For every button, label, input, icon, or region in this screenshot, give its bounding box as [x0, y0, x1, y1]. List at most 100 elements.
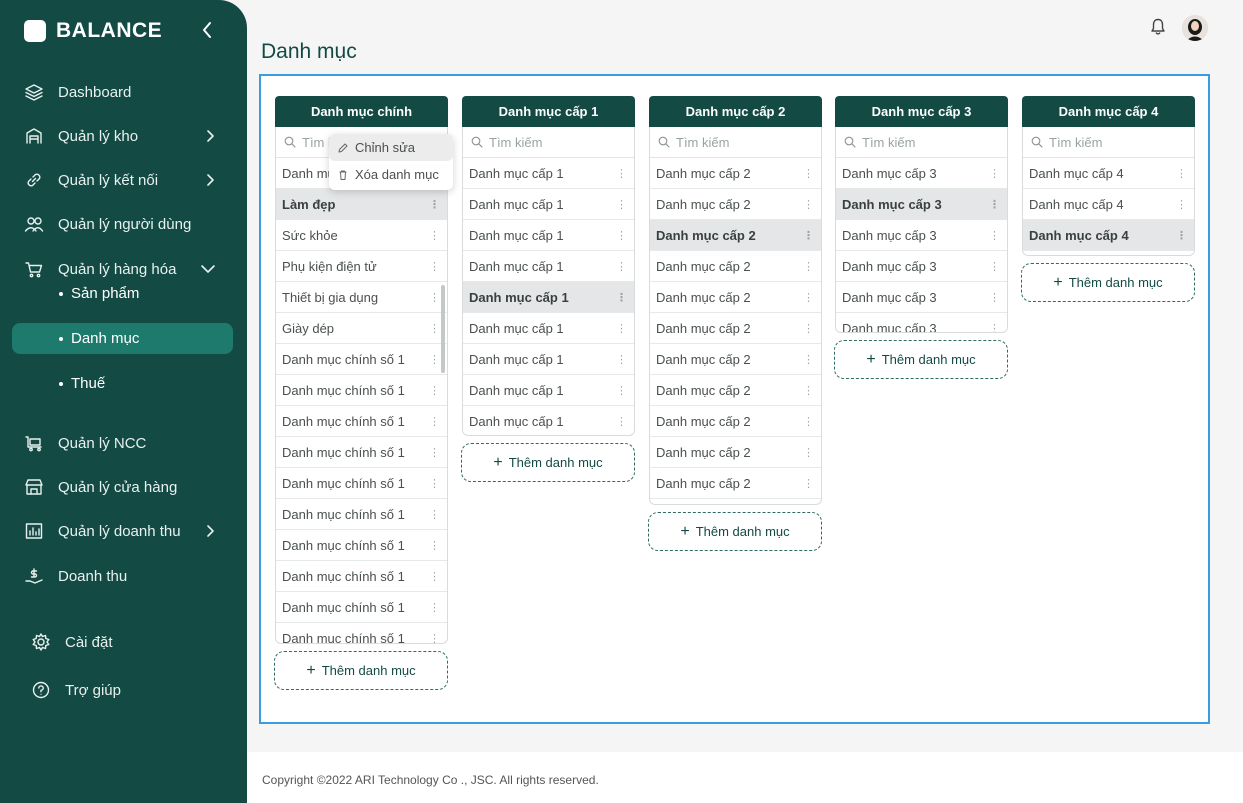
category-row[interactable]: Danh mục cấp 2 ⋮ — [650, 437, 821, 468]
notification-bell-icon[interactable] — [1150, 18, 1166, 36]
category-row[interactable]: Danh mục cấp 1 ⋮ — [463, 344, 634, 375]
add-category-button[interactable]: + Thêm danh mục — [834, 340, 1008, 379]
sidebar-item-quan-ly-cua-hang[interactable]: Quản lý cửa hàng — [0, 465, 247, 509]
category-row[interactable]: Danh mục cấp 2 ⋮ — [650, 468, 821, 499]
add-category-button[interactable]: + Thêm danh mục — [461, 443, 635, 482]
category-row[interactable]: Danh mục chính số 1 ⋮ — [276, 468, 447, 499]
category-row[interactable]: Danh mục cấp 3 ⋮ — [836, 251, 1007, 282]
more-vertical-icon[interactable]: ⋮ — [429, 353, 440, 366]
more-vertical-icon[interactable]: ⋮ — [989, 291, 1000, 304]
more-vertical-icon[interactable]: ⋮ — [616, 198, 627, 211]
category-row[interactable]: Danh mục cấp 3 ⋮ — [836, 313, 1007, 333]
more-vertical-icon[interactable]: ⋮ — [616, 353, 627, 366]
category-row[interactable]: Danh mục chính số 1 ⋮ — [276, 375, 447, 406]
sidebar-item-tro-giup[interactable]: Trợ giúp — [0, 668, 247, 712]
category-row[interactable]: Danh mục cấp 4 ⋮ — [1023, 189, 1194, 220]
add-category-button[interactable]: + Thêm danh mục — [1021, 263, 1195, 302]
more-vertical-icon[interactable]: ⋮ — [1176, 198, 1187, 211]
more-vertical-icon[interactable]: ⋮ — [429, 477, 440, 490]
category-row[interactable]: Danh mục cấp 1 ⋮ — [463, 158, 634, 189]
search-input[interactable] — [862, 134, 992, 150]
category-row[interactable]: Danh mục cấp 1 ⋮ — [463, 313, 634, 344]
add-category-button[interactable]: + Thêm danh mục — [648, 512, 822, 551]
more-vertical-icon[interactable]: ⋮ — [429, 291, 440, 304]
more-vertical-icon[interactable]: ⋮ — [429, 229, 440, 242]
category-row[interactable]: Danh mục chính số 1 ⋮ — [276, 344, 447, 375]
category-row[interactable]: Danh mục cấp 3 ⋮ — [836, 189, 1007, 220]
sidebar-subitem-san-pham[interactable]: Sản phẩm — [12, 278, 233, 309]
category-row[interactable]: Danh mục cấp 2 ⋮ — [650, 375, 821, 406]
category-row[interactable]: Danh mục chính số 1 ⋮ — [276, 561, 447, 592]
more-vertical-icon[interactable]: ⋮ — [429, 198, 440, 211]
edit-menu-item[interactable]: Chỉnh sửa — [329, 134, 453, 161]
sidebar-item-dashboard[interactable]: Dashboard — [0, 70, 247, 114]
category-row[interactable]: Danh mục cấp 2 ⋮ — [650, 189, 821, 220]
sidebar-item-cai-dat[interactable]: Cài đặt — [0, 620, 247, 664]
more-vertical-icon[interactable]: ⋮ — [803, 167, 814, 180]
more-vertical-icon[interactable]: ⋮ — [803, 198, 814, 211]
scrollbar[interactable] — [441, 285, 445, 373]
more-vertical-icon[interactable]: ⋮ — [429, 446, 440, 459]
add-category-button[interactable]: + Thêm danh mục — [274, 651, 448, 690]
category-row[interactable]: Danh mục cấp 1 ⋮ — [463, 251, 634, 282]
sidebar-subitem-danh-muc[interactable]: Danh mục — [12, 323, 233, 354]
more-vertical-icon[interactable]: ⋮ — [803, 291, 814, 304]
category-row[interactable]: Danh mục cấp 1 ⋮ — [463, 282, 634, 313]
more-vertical-icon[interactable]: ⋮ — [989, 167, 1000, 180]
more-vertical-icon[interactable]: ⋮ — [429, 322, 440, 335]
category-row[interactable]: Danh mục cấp 2 ⋮ — [650, 313, 821, 344]
category-row[interactable]: Danh mục cấp 2 ⋮ — [650, 406, 821, 437]
sidebar-item-doanh-thu[interactable]: Doanh thu — [0, 554, 247, 598]
more-vertical-icon[interactable]: ⋮ — [429, 384, 440, 397]
sidebar-item-quan-ly-nguoi-dung[interactable]: Quản lý người dùng — [0, 202, 247, 246]
more-vertical-icon[interactable]: ⋮ — [803, 260, 814, 273]
sidebar-item-quan-ly-doanh-thu[interactable]: Quản lý doanh thu — [0, 509, 247, 553]
category-row[interactable]: Danh mục chính số 1 ⋮ — [276, 499, 447, 530]
category-row[interactable]: Danh mục cấp 3 ⋮ — [836, 220, 1007, 251]
more-vertical-icon[interactable]: ⋮ — [429, 570, 440, 583]
category-row[interactable]: Sức khỏe ⋮ — [276, 220, 447, 251]
more-vertical-icon[interactable]: ⋮ — [989, 260, 1000, 273]
more-vertical-icon[interactable]: ⋮ — [1176, 167, 1187, 180]
category-row[interactable]: Danh mục cấp 1 ⋮ — [463, 189, 634, 220]
category-row[interactable]: Danh mục chính số 1 ⋮ — [276, 530, 447, 561]
category-row[interactable]: Giày dép ⋮ — [276, 313, 447, 344]
more-vertical-icon[interactable]: ⋮ — [429, 601, 440, 614]
category-row[interactable]: Danh mục cấp 1 ⋮ — [463, 375, 634, 406]
category-row[interactable]: Thiết bị gia dụng ⋮ — [276, 282, 447, 313]
sidebar-item-quan-ly-ket-noi[interactable]: Quản lý kết nối — [0, 158, 247, 202]
more-vertical-icon[interactable]: ⋮ — [429, 260, 440, 273]
search-input[interactable] — [489, 134, 619, 150]
category-row[interactable]: Danh mục cấp 4 ⋮ — [1023, 220, 1194, 251]
delete-menu-item[interactable]: Xóa danh mục — [329, 161, 453, 188]
more-vertical-icon[interactable]: ⋮ — [429, 415, 440, 428]
collapse-sidebar-button[interactable] — [199, 20, 217, 40]
category-row[interactable]: Danh mục cấp 1 ⋮ — [463, 406, 634, 435]
category-row[interactable]: Danh mục cấp 2 ⋮ — [650, 251, 821, 282]
category-row[interactable]: Danh mục cấp 1 ⋮ — [463, 220, 634, 251]
more-vertical-icon[interactable]: ⋮ — [429, 539, 440, 552]
search-input[interactable] — [1049, 134, 1179, 150]
more-vertical-icon[interactable]: ⋮ — [989, 229, 1000, 242]
category-row[interactable]: Danh mục chính số 1 ⋮ — [276, 406, 447, 437]
user-avatar[interactable] — [1182, 15, 1208, 41]
category-row[interactable]: Danh mục cấp 3 ⋮ — [836, 282, 1007, 313]
more-vertical-icon[interactable]: ⋮ — [616, 229, 627, 242]
category-row[interactable]: Danh mục chính số 1 ⋮ — [276, 592, 447, 623]
more-vertical-icon[interactable]: ⋮ — [803, 322, 814, 335]
sidebar-item-quan-ly-kho[interactable]: Quản lý kho — [0, 114, 247, 158]
category-row[interactable]: Danh mục cấp 2 ⋮ — [650, 282, 821, 313]
category-row[interactable]: Danh mục cấp 2 ⋮ — [650, 220, 821, 251]
more-vertical-icon[interactable]: ⋮ — [429, 508, 440, 521]
more-vertical-icon[interactable]: ⋮ — [616, 167, 627, 180]
category-row[interactable]: Làm đẹp ⋮ — [276, 189, 447, 220]
more-vertical-icon[interactable]: ⋮ — [989, 322, 1000, 333]
more-vertical-icon[interactable]: ⋮ — [803, 353, 814, 366]
sidebar-item-quan-ly-ncc[interactable]: Quản lý NCC — [0, 421, 247, 465]
brand[interactable]: BALANCE — [24, 19, 162, 43]
more-vertical-icon[interactable]: ⋮ — [429, 632, 440, 644]
more-vertical-icon[interactable]: ⋮ — [616, 260, 627, 273]
sidebar-subitem-thue[interactable]: Thuế — [12, 368, 233, 399]
category-row[interactable]: Danh mục cấp 3 ⋮ — [836, 158, 1007, 189]
category-row[interactable]: Danh mục cấp 4 ⋮ — [1023, 158, 1194, 189]
